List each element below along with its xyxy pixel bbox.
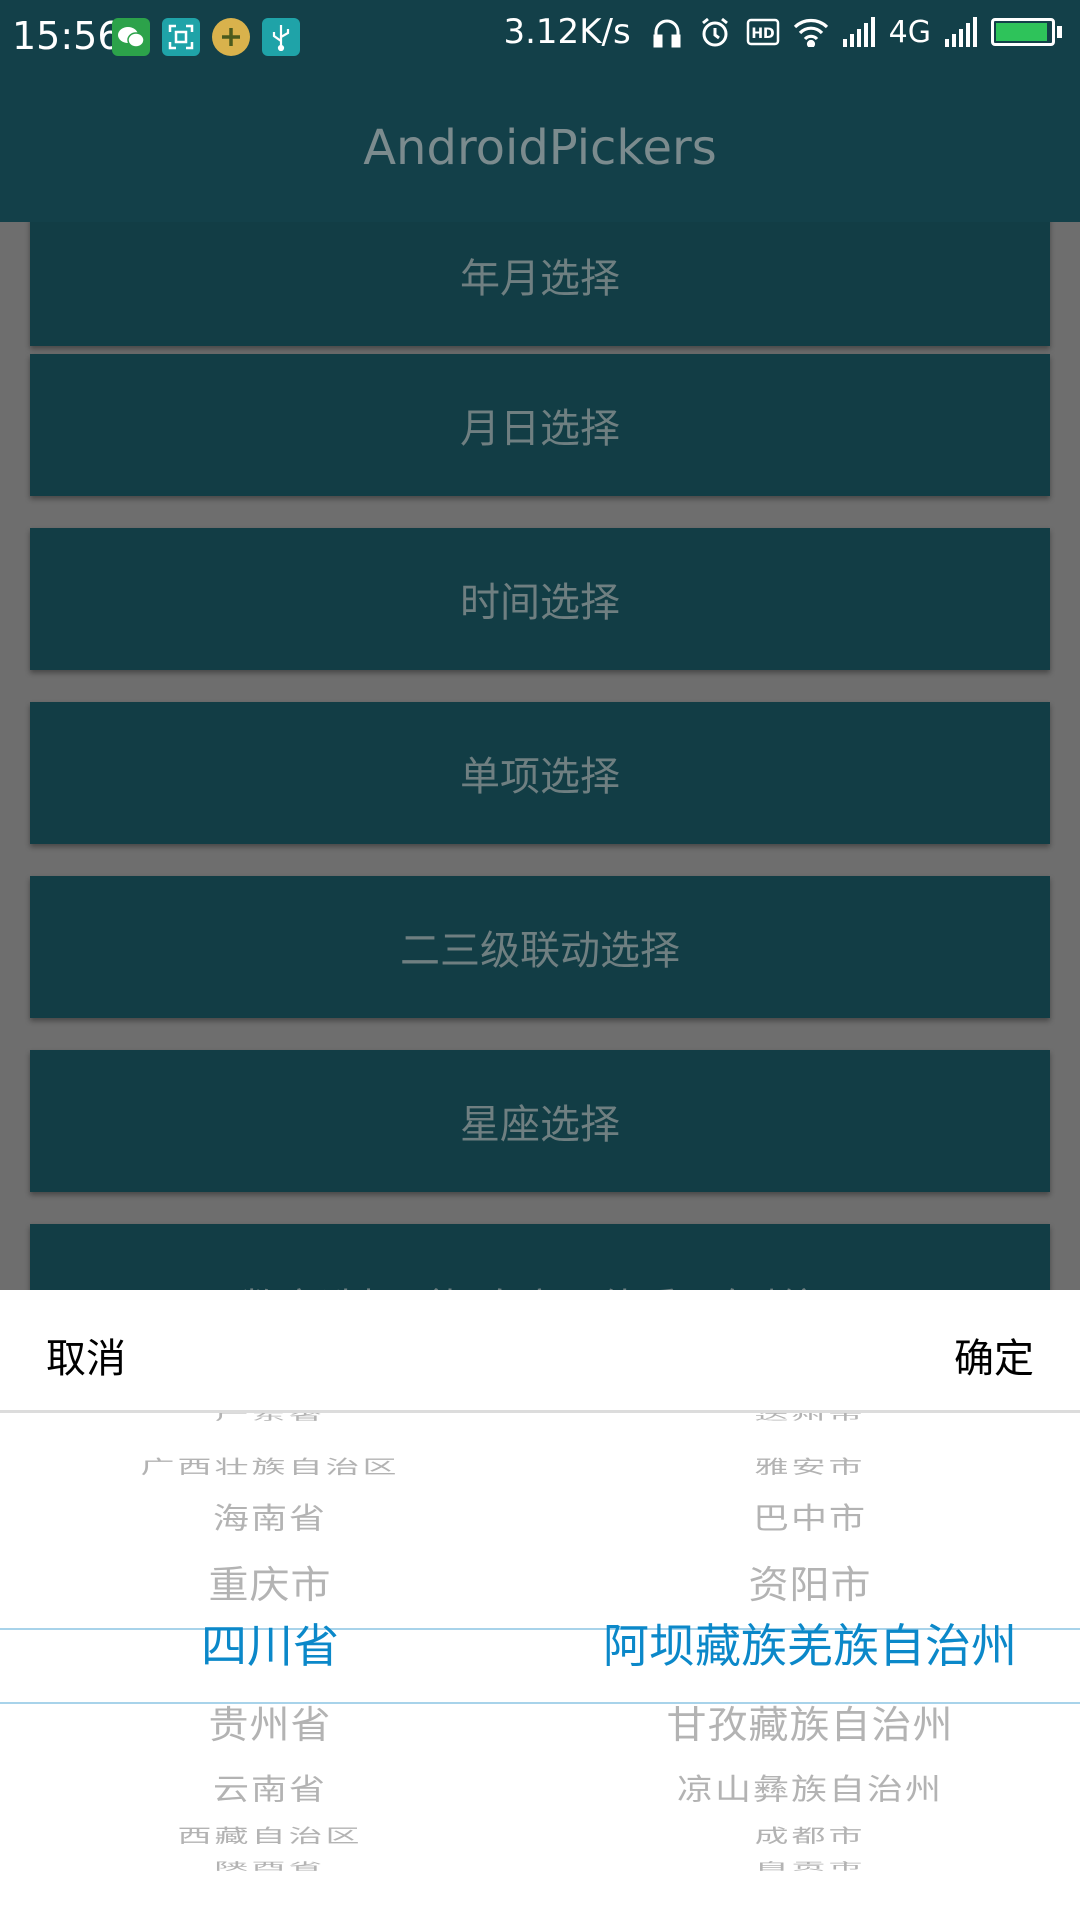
wheel-item[interactable]: 重庆市 xyxy=(0,1554,540,1609)
network-speed: 3.12K/s xyxy=(503,12,631,52)
number-button[interactable]: 数字选择（如身高、体重、年龄） xyxy=(30,1224,1050,1290)
options-list: 年月选择 月日选择 时间选择 单项选择 二三级联动选择 星座选择 数字选择（如身… xyxy=(0,222,1080,1290)
wheel-item[interactable]: 云南省 xyxy=(0,1766,540,1809)
hd-icon: HD xyxy=(745,12,781,52)
headphone-icon xyxy=(649,12,685,52)
wheel-item[interactable]: 凉山彝族自治州 xyxy=(540,1766,1080,1809)
wheel-item[interactable]: 陕西省 xyxy=(0,1858,540,1873)
status-bar: 15:56 3.12K/s HD 4G xyxy=(0,0,1080,78)
picker-header: 取消 确定 xyxy=(0,1290,1080,1410)
cancel-button[interactable]: 取消 xyxy=(46,1326,126,1384)
app-bar: AndroidPickers xyxy=(0,78,1080,222)
month-day-button[interactable]: 月日选择 xyxy=(30,354,1050,496)
confirm-button[interactable]: 确定 xyxy=(954,1326,1034,1384)
battery-icon xyxy=(991,18,1062,46)
scan-icon xyxy=(162,18,200,56)
selected-city[interactable]: 阿坝藏族羌族自治州 xyxy=(540,1610,1080,1676)
svg-text:HD: HD xyxy=(751,26,774,42)
time-button[interactable]: 时间选择 xyxy=(30,528,1050,670)
wheel-item[interactable]: 广西壮族自治区 xyxy=(0,1452,540,1479)
selected-province[interactable]: 四川省 xyxy=(0,1610,540,1676)
year-month-button[interactable]: 年月选择 xyxy=(30,222,1050,346)
status-right: 3.12K/s HD 4G xyxy=(503,12,1062,52)
wheel-item[interactable]: 资阳市 xyxy=(540,1554,1080,1609)
address-picker-sheet: 取消 确定 广东省 广西壮族自治区 海南省 重庆市 四川省 贵州省 云南省 西藏… xyxy=(0,1290,1080,1920)
wheel-item[interactable]: 自贡市 xyxy=(540,1858,1080,1873)
wheel-item[interactable]: 成都市 xyxy=(540,1821,1080,1848)
wheel-item[interactable]: 西藏自治区 xyxy=(0,1821,540,1848)
wheel-item[interactable]: 贵州省 xyxy=(0,1694,540,1749)
status-time: 15:56 xyxy=(12,14,122,58)
wechat-icon xyxy=(112,18,150,56)
app-title: AndroidPickers xyxy=(363,120,717,176)
wheel-item[interactable]: 甘孜藏族自治州 xyxy=(540,1694,1080,1749)
linkage-button[interactable]: 二三级联动选择 xyxy=(30,876,1050,1018)
city-wheel[interactable]: 达州市 雅安市 巴中市 资阳市 阿坝藏族羌族自治州 甘孜藏族自治州 凉山彝族自治… xyxy=(540,1413,1080,1920)
wheel-item[interactable]: 雅安市 xyxy=(540,1452,1080,1479)
plus-coin-icon xyxy=(212,18,250,56)
single-option-button[interactable]: 单项选择 xyxy=(30,702,1050,844)
notification-icons xyxy=(112,18,300,56)
signal-icon xyxy=(841,12,877,52)
wheel-item[interactable]: 达州市 xyxy=(540,1413,1080,1423)
wifi-icon xyxy=(793,12,829,52)
usb-icon xyxy=(262,18,300,56)
wheel-item[interactable]: 广东省 xyxy=(0,1413,540,1423)
province-wheel[interactable]: 广东省 广西壮族自治区 海南省 重庆市 四川省 贵州省 云南省 西藏自治区 陕西… xyxy=(0,1413,540,1920)
alarm-icon xyxy=(697,12,733,52)
wheel-item[interactable]: 海南省 xyxy=(0,1495,540,1538)
signal-icon-2 xyxy=(943,12,979,52)
constellation-button[interactable]: 星座选择 xyxy=(30,1050,1050,1192)
wheel-item[interactable]: 巴中市 xyxy=(540,1495,1080,1538)
network-type: 4G xyxy=(888,14,931,50)
